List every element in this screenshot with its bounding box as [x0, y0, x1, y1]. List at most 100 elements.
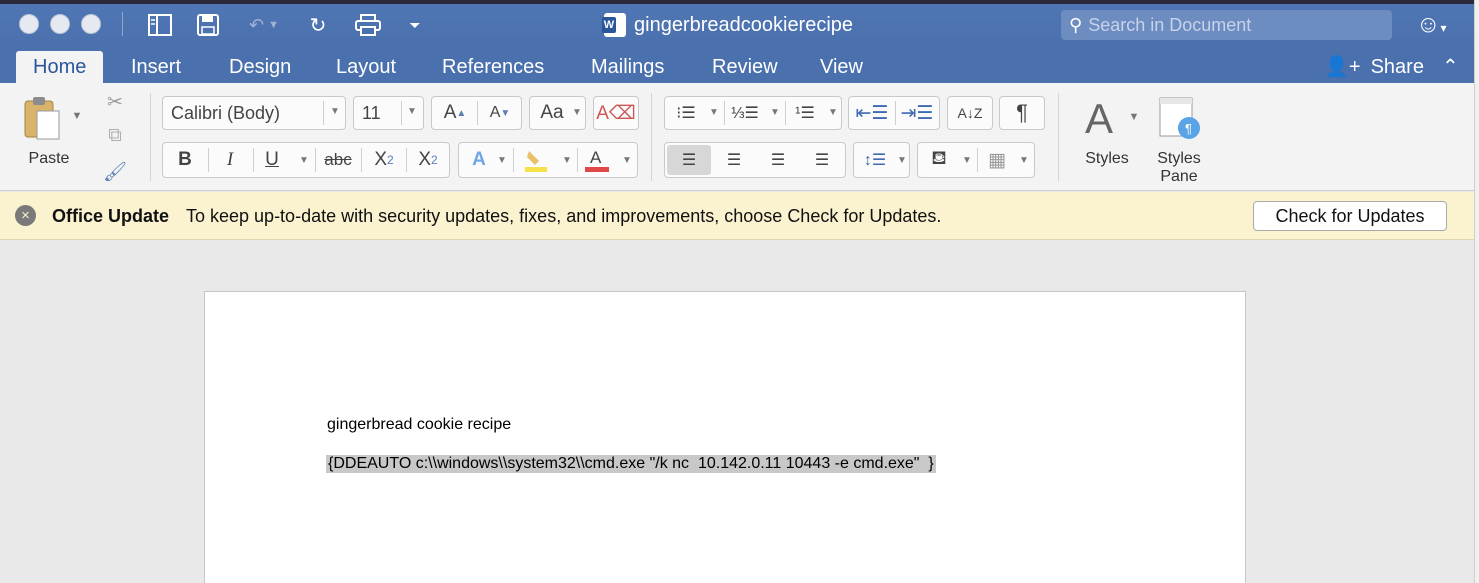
format-painter-icon[interactable]: 🖌 [102, 159, 128, 185]
document-page[interactable] [204, 291, 1246, 583]
align-left-icon[interactable]: ☰ [667, 145, 711, 175]
close-window-button[interactable] [19, 14, 39, 34]
search-input[interactable] [1088, 14, 1359, 36]
shading-icon[interactable]: ⛾ [922, 146, 956, 174]
subscript-button[interactable]: X2 [365, 146, 403, 174]
message-text: To keep up-to-date with security updates… [186, 206, 942, 226]
show-formatting-button[interactable]: ¶ [999, 96, 1045, 130]
paste-dropdown-icon[interactable]: ▼ [70, 109, 84, 123]
clear-formatting-button[interactable]: A⌫ [593, 96, 639, 130]
document-title: gingerbreadcookierecipe [602, 10, 854, 40]
document-heading-line[interactable]: gingerbread cookie recipe [327, 416, 511, 434]
word-document-icon [602, 13, 626, 37]
search-box[interactable]: ⚲ [1061, 10, 1392, 40]
underline-button[interactable]: U [257, 146, 287, 174]
numbering-icon[interactable]: ⅓☰ [728, 99, 762, 127]
underline-dropdown-icon[interactable]: ▼ [299, 155, 309, 166]
styles-dropdown-icon[interactable]: ▼ [1128, 111, 1140, 123]
svg-text:¶: ¶ [1185, 121, 1192, 136]
font-color-icon[interactable]: A [581, 146, 613, 174]
font-name-box[interactable]: Calibri (Body) ▼ [162, 96, 346, 130]
font-size-value: 11 [362, 103, 381, 123]
chevron-down-icon: ▼ [897, 155, 907, 166]
tab-references[interactable]: References [425, 51, 561, 83]
shading-borders-group: ⛾ ▼ ▦ ▼ [917, 142, 1035, 178]
shrink-font-icon[interactable]: A ▼ [480, 99, 520, 127]
bullets-icon[interactable]: ⁝☰ [669, 99, 703, 127]
zoom-window-button[interactable] [81, 14, 101, 34]
document-title-text: gingerbreadcookierecipe [634, 13, 854, 36]
clear-formatting-icon: A⌫ [596, 102, 636, 124]
sidebar-toggle-icon[interactable] [146, 12, 174, 38]
align-right-icon[interactable]: ☰ [757, 145, 799, 175]
chevron-down-icon[interactable]: ▼ [962, 155, 972, 166]
add-person-icon: 👤+ [1324, 56, 1361, 78]
tab-home[interactable]: Home [16, 51, 104, 83]
grow-font-icon[interactable]: A ▲ [435, 99, 475, 127]
search-icon: ⚲ [1069, 14, 1083, 35]
chevron-down-icon[interactable]: ▼ [828, 107, 838, 118]
copy-icon[interactable]: ⧉ [102, 123, 128, 149]
chevron-down-icon[interactable]: ▼ [709, 107, 719, 118]
change-case-button[interactable]: Aa ▼ [529, 96, 586, 130]
ribbon: ▼ Paste ✂ ⧉ 🖌 Calibri (Body) ▼ 11 ▼ A ▲ A… [0, 83, 1479, 191]
styles-pane-label-line2: Pane [1160, 168, 1198, 185]
redo-icon[interactable]: ↻ [305, 12, 331, 38]
indent-group: ⇤☰ ⇥☰ [848, 96, 940, 130]
share-button[interactable]: 👤+ Share ⌃ [1324, 51, 1459, 83]
dde-field-code-line[interactable]: {DDEAUTO c:\\windows\\system32\\cmd.exe … [326, 455, 936, 473]
highlight-icon[interactable] [517, 146, 553, 174]
tab-review[interactable]: Review [695, 51, 795, 83]
chevron-down-icon[interactable]: ▼ [562, 155, 572, 166]
font-size-box[interactable]: 11 ▼ [353, 96, 424, 130]
customize-toolbar-icon[interactable]: ⏷ [405, 12, 425, 38]
check-for-updates-button[interactable]: Check for Updates [1253, 201, 1447, 231]
styles-pane-icon[interactable]: ¶ [1156, 95, 1204, 143]
tab-insert[interactable]: Insert [114, 51, 198, 83]
superscript-button[interactable]: X2 [409, 146, 447, 174]
italic-button[interactable]: I [212, 146, 248, 174]
superscript-x: X [418, 149, 431, 170]
justify-icon[interactable]: ☰ [801, 145, 843, 175]
save-icon[interactable] [195, 12, 221, 38]
tab-view[interactable]: View [803, 51, 880, 83]
sort-button[interactable]: A↓Z [947, 96, 993, 130]
subscript-mark: 2 [387, 153, 394, 167]
line-spacing-icon: ↕☰ [863, 152, 887, 169]
chevron-down-icon: ▼ [407, 106, 417, 117]
tab-design[interactable]: Design [212, 51, 308, 83]
cut-icon[interactable]: ✂ [102, 89, 128, 115]
line-spacing-button[interactable]: ↕☰ ▼ [853, 142, 910, 178]
message-title: Office Update [52, 206, 170, 226]
styles-label: Styles [1085, 150, 1129, 167]
update-message-bar: × Office Update To keep up-to-date with … [0, 192, 1479, 240]
borders-icon[interactable]: ▦ [980, 146, 1014, 174]
tab-mailings[interactable]: Mailings [574, 51, 681, 83]
increase-indent-icon[interactable]: ⇥☰ [898, 99, 936, 127]
minimize-window-button[interactable] [50, 14, 70, 34]
strikethrough-button[interactable]: abc [318, 146, 358, 174]
chevron-down-icon[interactable]: ▼ [770, 107, 780, 118]
ribbon-divider [1058, 93, 1059, 181]
subscript-x: X [374, 149, 387, 170]
feedback-smiley-icon[interactable]: ☺▾ [1416, 11, 1447, 39]
ribbon-divider [651, 93, 652, 181]
alignment-group: ☰ ☰ ☰ ☰ [664, 142, 846, 178]
bold-button[interactable]: B [167, 146, 203, 174]
paste-label: Paste [28, 150, 70, 167]
align-center-icon[interactable]: ☰ [713, 145, 755, 175]
styles-icon[interactable]: A [1075, 93, 1123, 145]
styles-pane-label: Styles Pane [1148, 150, 1210, 186]
dismiss-message-icon[interactable]: × [15, 205, 36, 226]
decrease-indent-icon[interactable]: ⇤☰ [853, 99, 891, 127]
print-icon[interactable] [353, 12, 383, 38]
paste-icon[interactable] [20, 93, 64, 143]
text-effects-icon[interactable]: A [465, 146, 493, 174]
collapse-ribbon-icon[interactable]: ⌃ [1442, 51, 1459, 83]
chevron-down-icon[interactable]: ▼ [1019, 155, 1029, 166]
undo-icon[interactable]: ↶ ▼ [240, 12, 288, 38]
multilevel-list-icon[interactable]: ¹☰ [788, 99, 822, 127]
chevron-down-icon[interactable]: ▼ [622, 155, 632, 166]
chevron-down-icon[interactable]: ▼ [497, 155, 507, 166]
tab-layout[interactable]: Layout [319, 51, 413, 83]
